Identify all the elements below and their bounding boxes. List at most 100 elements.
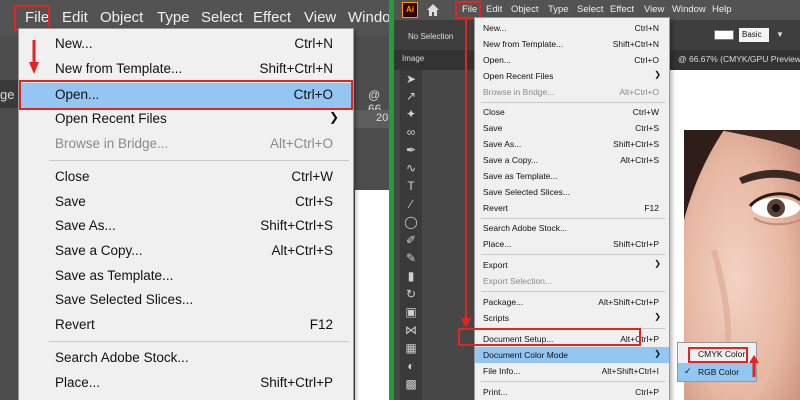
menu-item-save-a-copy[interactable]: Save a Copy... Alt+Ctrl+S <box>475 152 669 168</box>
menu-item-place[interactable]: Place... Shift+Ctrl+P <box>19 371 353 396</box>
menu-item-close[interactable]: Close Ctrl+W <box>19 165 353 190</box>
menu-help[interactable]: Help <box>712 4 732 15</box>
shape-builder-tool-icon[interactable]: ◐ <box>403 359 419 373</box>
menu-item-new[interactable]: New... Ctrl+N <box>475 20 669 36</box>
home-icon[interactable] <box>426 3 440 17</box>
menu-object[interactable]: Object <box>511 4 538 15</box>
menu-item-label: File Info... <box>483 366 521 376</box>
menu-separator <box>481 218 665 219</box>
menu-item-print[interactable]: Print... Ctrl+P <box>475 384 669 400</box>
menu-item-label: New... <box>55 36 93 51</box>
free-transform-tool-icon[interactable]: ▦ <box>403 341 419 355</box>
menu-object[interactable]: Object <box>100 9 143 26</box>
menu-item-shortcut: F12 <box>309 317 333 332</box>
menu-type[interactable]: Type <box>157 9 190 26</box>
menu-item-save-as-template[interactable]: Save as Template... <box>475 168 669 184</box>
menu-item-new-from-template[interactable]: New from Template... Shift+Ctrl+N <box>19 57 353 82</box>
menu-item-shortcut: Alt+Shift+Ctrl+I <box>601 366 659 376</box>
chevron-down-icon[interactable]: ▼ <box>776 30 784 39</box>
menu-item-new[interactable]: New... Ctrl+N <box>19 32 353 57</box>
paintbrush-tool-icon[interactable]: ✐ <box>403 233 419 247</box>
menu-item-save-as[interactable]: Save As... Shift+Ctrl+S <box>475 136 669 152</box>
menu-item-search-adobe-stock[interactable]: Search Adobe Stock... <box>19 346 353 371</box>
menu-item-package[interactable]: Package... Alt+Shift+Ctrl+P <box>475 294 669 310</box>
menu-item-label: Search Adobe Stock... <box>483 223 568 233</box>
menu-item-revert[interactable]: Revert F12 <box>475 200 669 216</box>
stroke-swatch[interactable] <box>714 30 734 40</box>
submenu-item-label: RGB Color <box>698 367 740 377</box>
line-tool-icon[interactable]: ∕ <box>403 197 419 211</box>
perspective-grid-tool-icon[interactable]: ▩ <box>403 377 419 391</box>
menu-item-shortcut: Ctrl+S <box>635 123 659 133</box>
menu-item-new-from-template[interactable]: New from Template... Shift+Ctrl+N <box>475 36 669 52</box>
menu-item-save-as[interactable]: Save As... Shift+Ctrl+S <box>19 214 353 239</box>
menu-item-save[interactable]: Save Ctrl+S <box>19 190 353 215</box>
menu-edit[interactable]: Edit <box>62 9 88 26</box>
menu-effect[interactable]: Effect <box>610 4 634 15</box>
menu-window[interactable]: Window <box>672 4 706 15</box>
menu-item-shortcut: Ctrl+N <box>294 36 333 51</box>
menu-item-shortcut: Ctrl+S <box>295 194 333 209</box>
width-tool-icon[interactable]: ⋈ <box>403 323 419 337</box>
selection-tool-icon[interactable]: ➤ <box>403 72 419 86</box>
menu-item-label: Close <box>55 169 90 184</box>
pen-tool-icon[interactable]: ✒ <box>403 143 419 157</box>
document-tab-title[interactable]: @ 66.67% (CMYK/GPU Preview) <box>678 54 800 64</box>
direct-selection-tool-icon[interactable]: ↗ <box>403 89 419 103</box>
menu-item-label: Save As... <box>55 218 116 233</box>
menu-item-browse-in-bridge: Browse in Bridge... Alt+Ctrl+O <box>475 84 669 100</box>
menu-window[interactable]: Window <box>348 9 389 26</box>
menu-item-export[interactable]: Export ❯ <box>475 257 669 273</box>
menu-item-shortcut: Ctrl+W <box>291 169 333 184</box>
menu-item-label: Save as Template... <box>483 171 558 181</box>
menu-item-document-color-mode[interactable]: Document Color Mode ❯ <box>475 347 669 363</box>
up-arrow-icon <box>749 355 759 377</box>
menu-item-label: Close <box>483 107 505 117</box>
document-tab-label[interactable]: Image <box>402 54 424 63</box>
menu-item-save-selected-slices[interactable]: Save Selected Slices... <box>475 184 669 200</box>
menu-item-open-recent-files[interactable]: Open Recent Files ❯ <box>475 68 669 84</box>
menu-item-label: Document Color Mode <box>483 350 569 360</box>
document-color-mode-highlight-box <box>458 328 641 346</box>
menu-view[interactable]: View <box>304 9 336 26</box>
menu-item-shortcut: Alt+Ctrl+O <box>269 136 333 151</box>
menu-item-shortcut: Shift+Ctrl+N <box>612 39 659 49</box>
menu-item-search-adobe-stock[interactable]: Search Adobe Stock... <box>475 220 669 236</box>
menu-item-label: Browse in Bridge... <box>55 136 169 151</box>
menu-select[interactable]: Select <box>201 9 243 26</box>
menu-item-revert[interactable]: Revert F12 <box>19 313 353 338</box>
menu-item-scripts[interactable]: Scripts ❯ <box>475 310 669 326</box>
menu-item-close[interactable]: Close Ctrl+W <box>475 104 669 120</box>
type-tool-icon[interactable]: T <box>403 179 419 193</box>
menu-view[interactable]: View <box>644 4 664 15</box>
menu-edit[interactable]: Edit <box>486 4 502 15</box>
scale-tool-icon[interactable]: ▣ <box>403 305 419 319</box>
menu-item-save[interactable]: Save Ctrl+S <box>475 120 669 136</box>
menu-effect[interactable]: Effect <box>253 9 291 26</box>
menu-item-label: Browse in Bridge... <box>483 87 555 97</box>
menu-item-file-info[interactable]: File Info... Alt+Shift+Ctrl+I <box>475 363 669 379</box>
lasso-tool-icon[interactable]: ∞ <box>403 125 419 139</box>
pencil-tool-icon[interactable]: ✎ <box>403 251 419 265</box>
eraser-tool-icon[interactable]: ▮ <box>403 269 419 283</box>
menu-type[interactable]: Type <box>548 4 569 15</box>
menu-item-save-as-template[interactable]: Save as Template... <box>19 264 353 289</box>
curvature-tool-icon[interactable]: ∿ <box>403 161 419 175</box>
menu-item-save-selected-slices[interactable]: Save Selected Slices... <box>19 288 353 313</box>
submenu-item-rgb-color[interactable]: ✓ RGB Color <box>678 363 756 381</box>
menu-item-label: Save a Copy... <box>55 243 143 258</box>
magic-wand-tool-icon[interactable]: ✦ <box>403 107 419 121</box>
menu-item-label: Open Recent Files <box>483 71 554 81</box>
menu-item-open-recent-files[interactable]: Open Recent Files ❯ <box>19 107 353 132</box>
menu-select[interactable]: Select <box>577 4 603 15</box>
menu-separator <box>481 102 665 103</box>
menu-item-place[interactable]: Place... Shift+Ctrl+P <box>475 236 669 252</box>
rotate-tool-icon[interactable]: ↻ <box>403 287 419 301</box>
menu-item-open[interactable]: Open... Ctrl+O <box>475 52 669 68</box>
menu-item-save-a-copy[interactable]: Save a Copy... Alt+Ctrl+S <box>19 239 353 264</box>
ellipse-tool-icon[interactable]: ◯ <box>403 215 419 229</box>
workspace-select[interactable]: Basic <box>739 28 769 42</box>
menu-item-shortcut: Ctrl+W <box>632 107 659 117</box>
menu-item-label: Save Selected Slices... <box>55 292 194 307</box>
right-screenshot-panel: Ai File Edit Object Type Select Effect V… <box>394 0 800 400</box>
